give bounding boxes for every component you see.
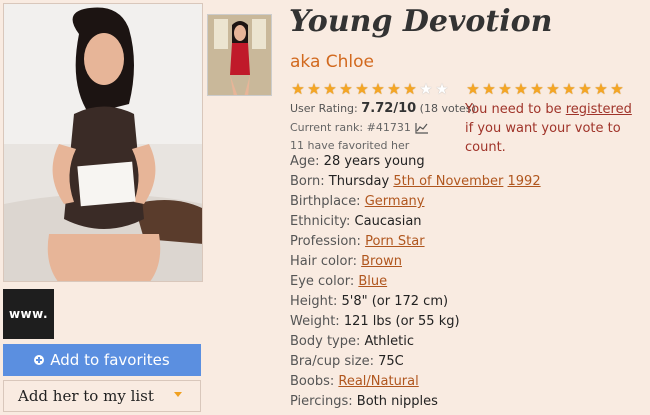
fact-birthplace: Birthplace: Germany — [290, 192, 541, 212]
fact-value: 28 years young — [323, 154, 425, 169]
alias: aka Chloe — [290, 52, 375, 72]
profession-link[interactable]: Porn Star — [365, 234, 424, 249]
thumbnail-photo[interactable] — [207, 14, 272, 96]
fact-label: Birthplace: — [290, 194, 361, 209]
user-rating-label: User Rating: — [290, 102, 358, 115]
vote-notice: You need to be registered if you want yo… — [465, 100, 650, 157]
fact-label: Body type: — [290, 334, 361, 349]
fact-weight: Weight: 121 lbs (or 55 kg) — [290, 312, 541, 332]
star-empty-icon: ★ — [419, 80, 433, 98]
star-icon: ★ — [387, 80, 401, 98]
fact-value: Thursday — [328, 174, 390, 189]
star-icon: ★ — [339, 80, 353, 98]
vote-star-icon[interactable]: ★ — [609, 81, 625, 97]
fact-value: Both nipples — [356, 394, 438, 409]
fact-label: Piercings: — [290, 394, 353, 409]
fact-hair-color: Hair color: Brown — [290, 252, 541, 272]
add-to-list-label: Add her to my list — [18, 387, 154, 405]
vote-star-icon[interactable]: ★ — [481, 81, 497, 97]
fact-boobs: Boobs: Real/Natural — [290, 372, 541, 392]
current-rank-label: Current rank: #41731 — [290, 121, 411, 134]
star-icon: ★ — [291, 80, 305, 98]
fact-value: 75C — [378, 354, 404, 369]
birthplace-link[interactable]: Germany — [365, 194, 425, 209]
user-rating: User Rating: 7.72/10 (18 votes) — [290, 101, 476, 116]
boobs-link[interactable]: Real/Natural — [338, 374, 418, 389]
registered-link[interactable]: registered — [566, 102, 632, 117]
star-empty-icon: ★ — [435, 80, 449, 98]
hair-color-link[interactable]: Brown — [361, 254, 402, 269]
user-rating-stars: ★ ★ ★ ★ ★ ★ ★ ★ ★ ★ — [290, 81, 450, 97]
fact-label: Boobs: — [290, 374, 335, 389]
fact-label: Eye color: — [290, 274, 355, 289]
born-year-link[interactable]: 1992 — [508, 174, 541, 189]
caret-down-icon — [174, 392, 182, 397]
fact-value: 5'8" (or 172 cm) — [341, 294, 449, 309]
profile-facts: Age: 28 years young Born: Thursday 5th o… — [290, 152, 541, 412]
fact-ethnicity: Ethnicity: Caucasian — [290, 212, 541, 232]
fact-height: Height: 5'8" (or 172 cm) — [290, 292, 541, 312]
fact-label: Born: — [290, 174, 325, 189]
vote-star-icon[interactable]: ★ — [465, 81, 481, 97]
trend-chart-icon[interactable] — [415, 122, 429, 134]
star-icon: ★ — [307, 80, 321, 98]
fact-value: Athletic — [364, 334, 414, 349]
star-half-icon: ★ — [403, 80, 417, 98]
eye-color-link[interactable]: Blue — [358, 274, 387, 289]
vote-star-icon[interactable]: ★ — [529, 81, 545, 97]
fact-label: Hair color: — [290, 254, 357, 269]
fact-label: Profession: — [290, 234, 361, 249]
fact-piercings: Piercings: Both nipples — [290, 392, 541, 412]
vote-star-icon[interactable]: ★ — [593, 81, 609, 97]
star-icon: ★ — [355, 80, 369, 98]
vote-star-icon[interactable]: ★ — [545, 81, 561, 97]
star-icon: ★ — [371, 80, 385, 98]
current-rank: Current rank: #41731 — [290, 121, 429, 134]
plus-circle-icon — [34, 355, 45, 365]
fact-label: Height: — [290, 294, 338, 309]
fact-bra-cup: Bra/cup size: 75C — [290, 352, 541, 372]
fact-value: Caucasian — [354, 214, 422, 229]
fact-age: Age: 28 years young — [290, 152, 541, 172]
fact-body-type: Body type: Athletic — [290, 332, 541, 352]
vote-stars[interactable]: ★ ★ ★ ★ ★ ★ ★ ★ ★ ★ — [465, 81, 625, 97]
favorited-count: 11 have favorited her — [290, 139, 410, 152]
fact-profession: Profession: Porn Star — [290, 232, 541, 252]
add-to-favorites-label: Add to favorites — [50, 351, 170, 369]
vote-notice-prefix: You need to be — [465, 102, 566, 117]
vote-star-icon[interactable]: ★ — [513, 81, 529, 97]
website-badge[interactable]: www. — [3, 289, 54, 339]
born-date-link[interactable]: 5th of November — [393, 174, 503, 189]
fact-value: 121 lbs (or 55 kg) — [343, 314, 460, 329]
vote-star-icon[interactable]: ★ — [561, 81, 577, 97]
fact-label: Weight: — [290, 314, 340, 329]
user-rating-value: 7.72/10 — [361, 101, 417, 116]
fact-label: Ethnicity: — [290, 214, 351, 229]
add-to-list-dropdown[interactable]: Add her to my list — [3, 380, 201, 412]
vote-star-icon[interactable]: ★ — [497, 81, 513, 97]
fact-eye-color: Eye color: Blue — [290, 272, 541, 292]
main-photo[interactable] — [3, 3, 203, 282]
vote-star-icon[interactable]: ★ — [577, 81, 593, 97]
fact-born: Born: Thursday 5th of November 1992 — [290, 172, 541, 192]
website-badge-label: www. — [8, 307, 49, 321]
fact-label: Age: — [290, 154, 320, 169]
model-name: Young Devotion — [289, 4, 553, 39]
fact-label: Bra/cup size: — [290, 354, 374, 369]
add-to-favorites-button[interactable]: Add to favorites — [3, 344, 201, 376]
star-icon: ★ — [323, 80, 337, 98]
